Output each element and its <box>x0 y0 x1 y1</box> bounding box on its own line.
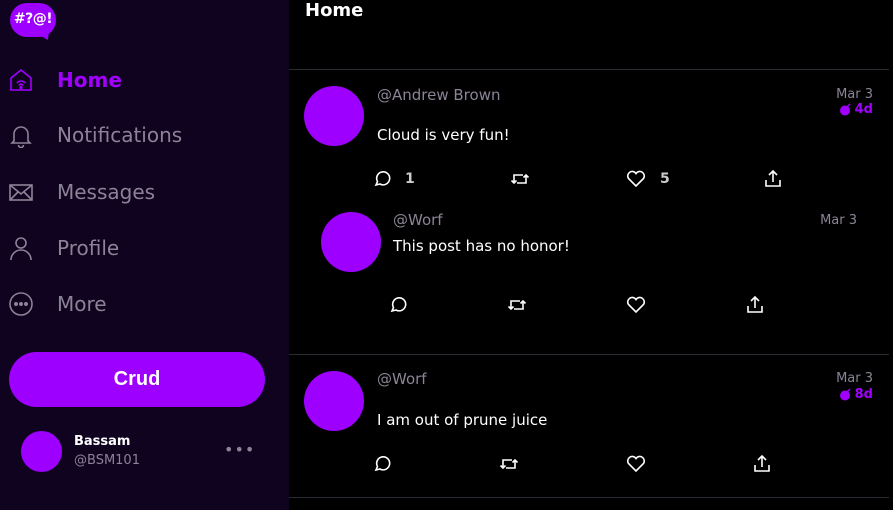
repost-icon <box>510 173 530 185</box>
share-icon <box>754 454 770 472</box>
heart-icon <box>626 170 646 188</box>
sidebar-item-label: Profile <box>57 236 120 260</box>
sidebar-item-home[interactable]: Home <box>0 60 280 100</box>
heart-icon <box>626 455 646 473</box>
like-button[interactable] <box>626 455 646 473</box>
activity-expires: 4d <box>839 102 873 117</box>
activity-item[interactable]: @Andrew Brown Mar 3 4d Cloud is very fun… <box>289 70 889 354</box>
more-circle-icon <box>8 291 34 317</box>
reply-button[interactable] <box>373 455 391 473</box>
like-button[interactable]: 5 <box>626 170 670 188</box>
sidebar-item-more[interactable]: More <box>0 284 280 324</box>
profile-more-icon[interactable]: ••• <box>224 440 255 459</box>
like-count: 5 <box>660 171 670 187</box>
activity-date: Mar 3 <box>836 87 873 102</box>
person-icon <box>8 235 34 261</box>
share-icon <box>765 169 781 187</box>
crud-button[interactable]: Crud <box>9 352 265 407</box>
bomb-icon <box>839 103 851 116</box>
repost-icon <box>507 299 527 311</box>
bomb-icon <box>839 388 851 401</box>
avatar[interactable] <box>304 86 364 146</box>
profile-info[interactable]: Bassam @BSM101 ••• <box>0 425 289 480</box>
page-title: Home <box>305 0 364 21</box>
reply-icon <box>374 171 391 187</box>
avatar[interactable] <box>304 371 364 431</box>
sidebar-item-label: Home <box>57 68 122 92</box>
activity-message: Cloud is very fun! <box>377 126 510 144</box>
reply-date: Mar 3 <box>820 213 857 228</box>
logo-text: #?@! <box>13 11 53 27</box>
profile-name: Bassam <box>74 434 131 449</box>
share-button[interactable] <box>764 169 782 188</box>
like-button[interactable] <box>626 296 646 314</box>
logo[interactable]: #?@! <box>10 3 58 44</box>
activity-expires-text: 4d <box>854 102 873 117</box>
repost-button[interactable] <box>510 170 530 188</box>
heart-icon <box>626 296 646 314</box>
main-feed: Home @Andrew Brown Mar 3 4d Cloud is ver… <box>289 0 889 510</box>
activity-handle[interactable]: @Worf <box>377 370 427 388</box>
profile-handle: @BSM101 <box>74 453 140 468</box>
reply-button[interactable] <box>389 296 407 314</box>
reply-count: 1 <box>405 171 415 187</box>
share-button[interactable] <box>753 454 771 473</box>
share-icon <box>747 295 763 313</box>
reply-handle[interactable]: @Worf <box>393 211 443 229</box>
repost-button[interactable] <box>499 455 519 473</box>
envelope-icon <box>8 179 34 205</box>
home-icon <box>8 67 34 93</box>
reply-icon <box>374 456 391 472</box>
repost-icon <box>499 458 519 470</box>
reply-message: This post has no honor! <box>393 237 570 255</box>
sidebar-item-label: More <box>57 292 107 316</box>
avatar[interactable] <box>321 212 381 272</box>
reply-button[interactable]: 1 <box>373 170 415 188</box>
sidebar-item-label: Messages <box>57 180 156 204</box>
activity-expires: 8d <box>839 387 873 402</box>
sidebar-item-profile[interactable]: Profile <box>0 228 280 268</box>
sidebar-item-messages[interactable]: Messages <box>0 172 280 212</box>
activity-date: Mar 3 <box>836 371 873 386</box>
avatar <box>21 431 62 472</box>
bell-icon <box>8 122 34 148</box>
activity-expires-text: 8d <box>854 387 873 402</box>
reply-icon <box>390 297 407 313</box>
activity-message: I am out of prune juice <box>377 411 548 429</box>
activity-handle[interactable]: @Andrew Brown <box>377 86 500 104</box>
activity-item[interactable]: @Worf Mar 3 8d I am out of prune juice <box>289 355 889 497</box>
repost-button[interactable] <box>507 296 527 314</box>
reply-item[interactable]: @Worf Mar 3 This post has no honor! <box>305 206 889 346</box>
divider <box>289 497 889 498</box>
share-button[interactable] <box>746 295 764 314</box>
sidebar: #?@! Home Notifications Messages Profile… <box>0 0 289 510</box>
sidebar-item-notifications[interactable]: Notifications <box>0 115 280 155</box>
sidebar-item-label: Notifications <box>57 123 183 147</box>
